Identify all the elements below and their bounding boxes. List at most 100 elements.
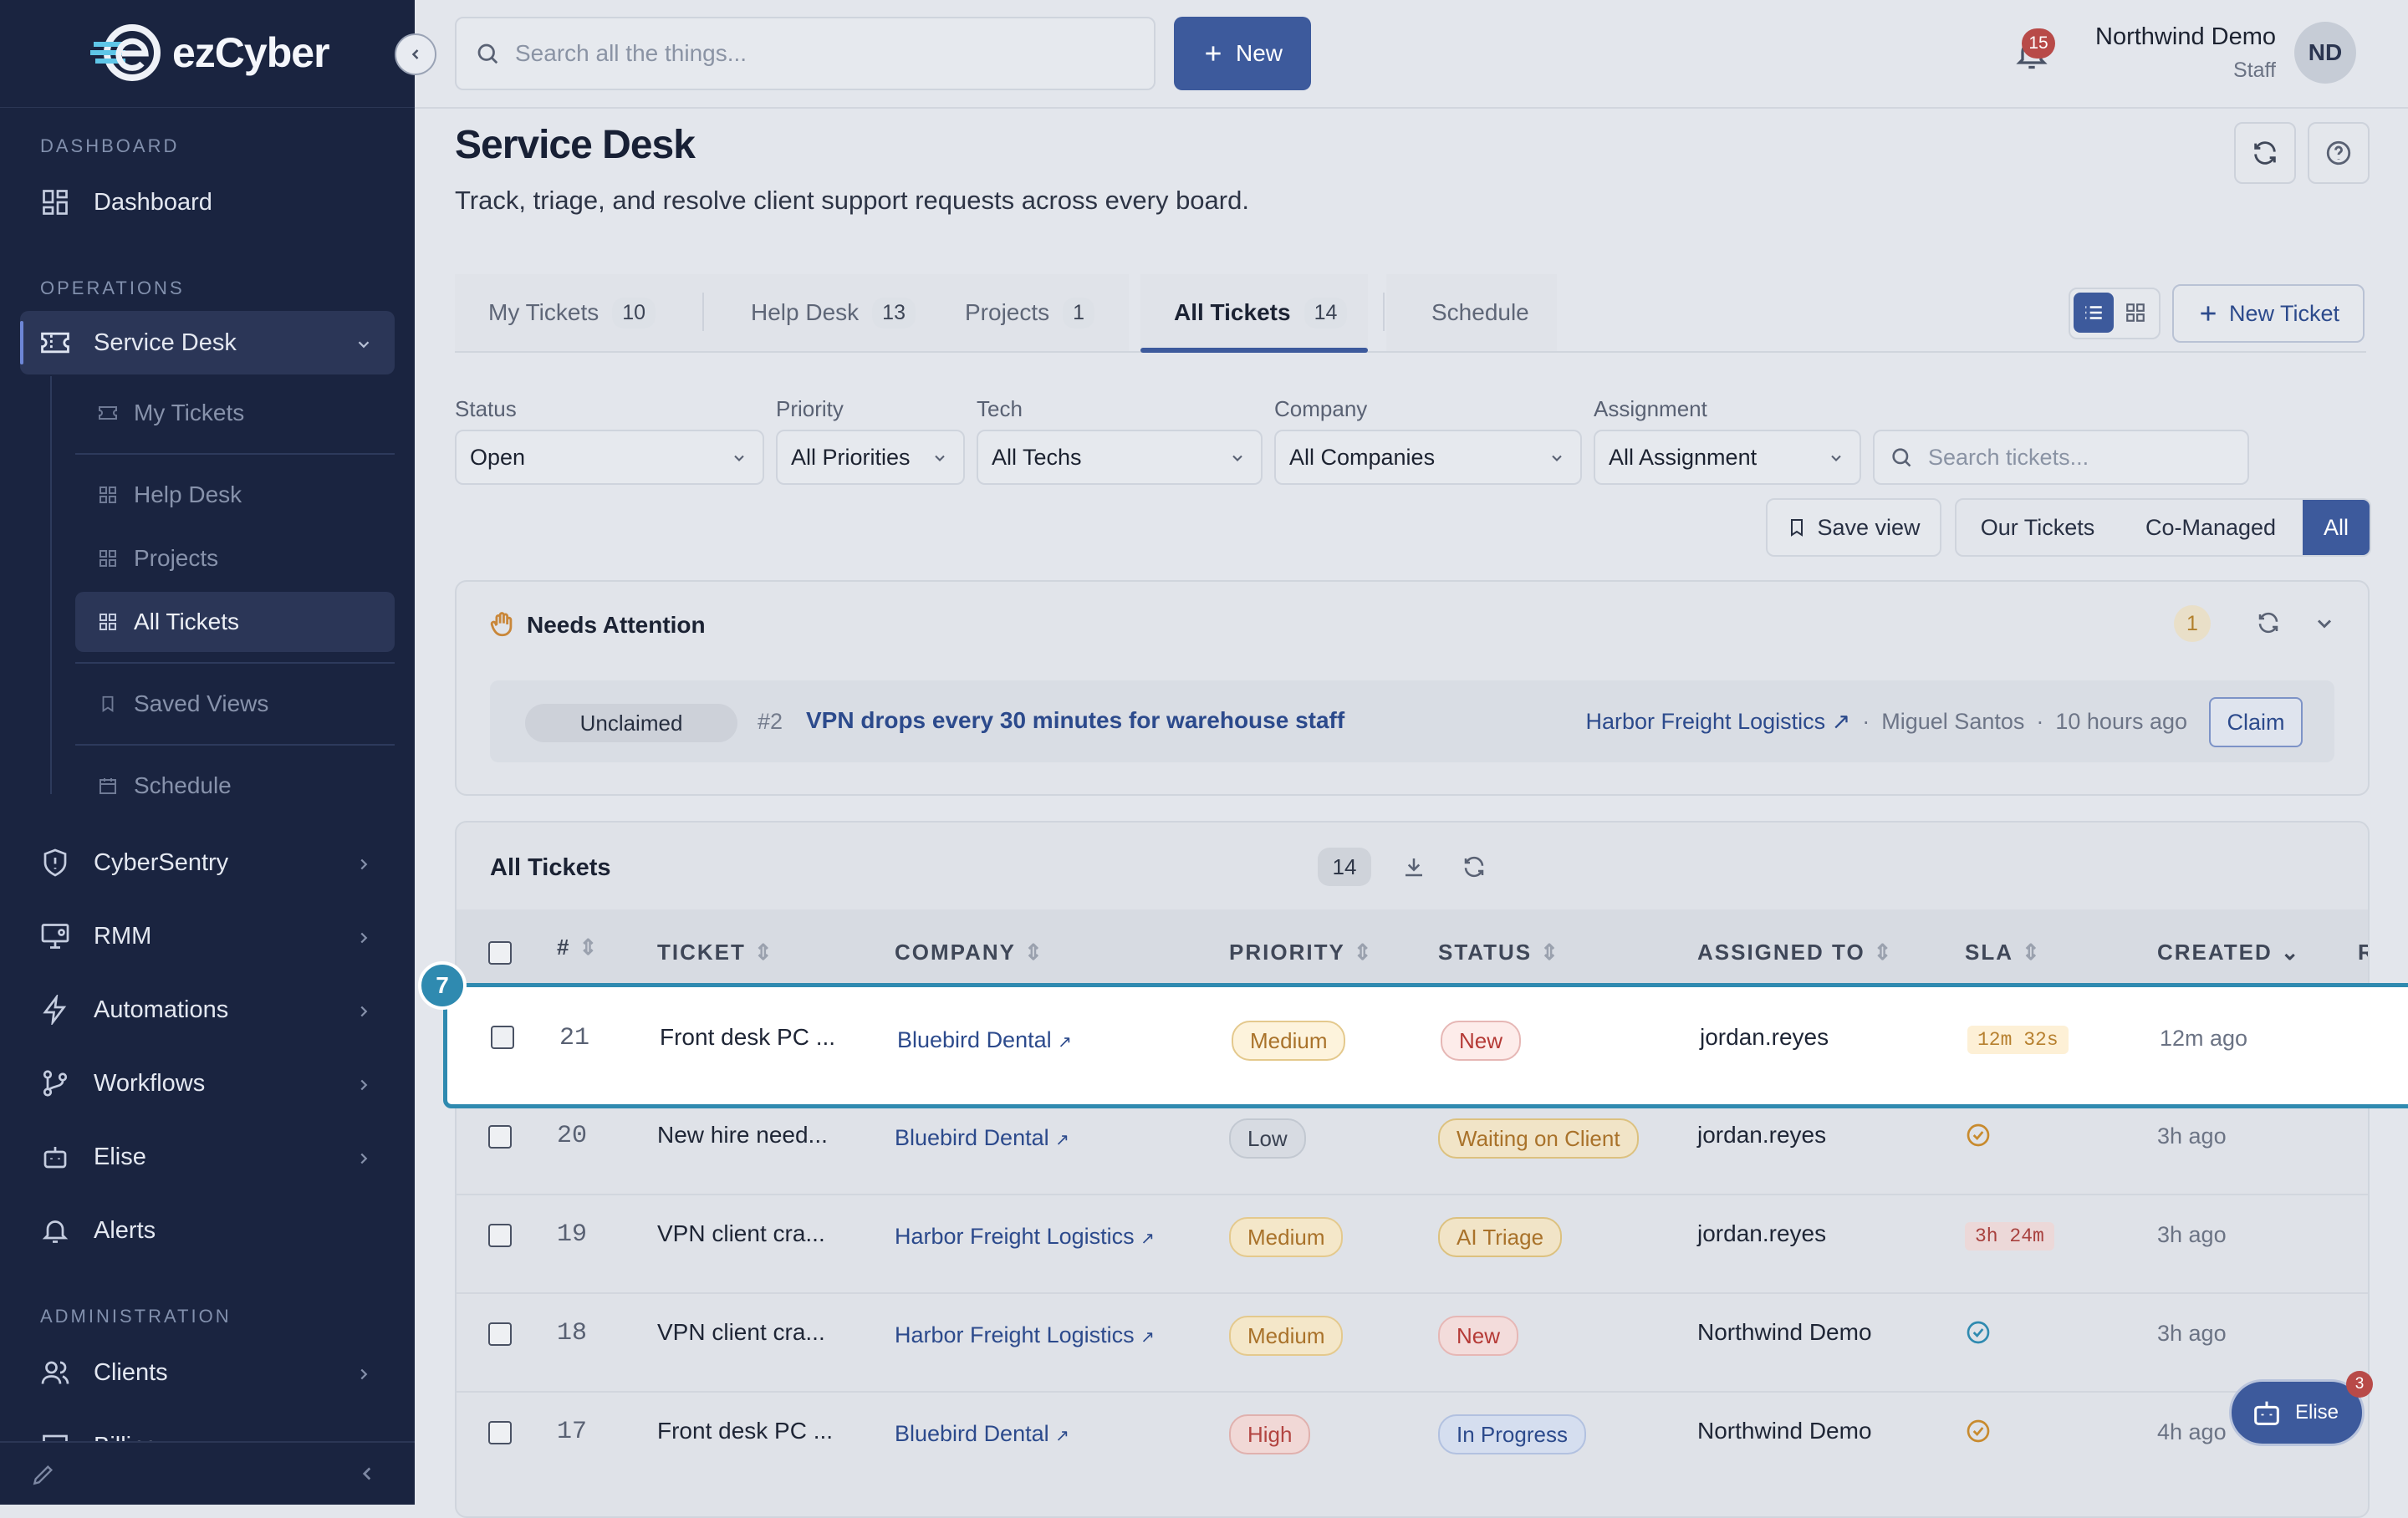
list-view-button[interactable] <box>2074 293 2114 333</box>
bookmark-icon <box>95 693 120 715</box>
chevron-left-icon[interactable] <box>356 1463 378 1489</box>
table-row[interactable]: 20 New hire need... Bluebird Dental ↗ Lo… <box>457 1095 2368 1195</box>
ticket-title[interactable]: Front desk PC ... <box>657 1418 833 1444</box>
sidebar-item-automations[interactable]: Automations <box>20 978 395 1042</box>
shield-icon <box>38 846 72 879</box>
sidebar-subitem-my-tickets[interactable]: My Tickets <box>75 383 395 443</box>
scope-co-managed[interactable]: Co-Managed <box>2119 500 2303 555</box>
row-checkbox[interactable] <box>488 1125 512 1149</box>
refresh-button[interactable] <box>2234 122 2296 184</box>
ticket-search-input[interactable]: Search tickets... <box>1873 430 2249 485</box>
tab-label: Schedule <box>1431 299 1529 325</box>
sidebar-subitem-help-desk[interactable]: Help Desk <box>75 465 395 525</box>
row-checkbox[interactable] <box>488 1224 512 1247</box>
col-created[interactable]: CREATED ⌄ <box>2157 940 2301 965</box>
sidebar-item-rmm[interactable]: RMM <box>20 904 395 968</box>
select-all-checkbox[interactable] <box>488 941 512 965</box>
sidebar-subitem-projects[interactable]: Projects <box>75 528 395 588</box>
scope-our-tickets[interactable]: Our Tickets <box>1956 500 2119 555</box>
col-company[interactable]: COMPANY ⇕ <box>895 940 1044 965</box>
sidebar-item-service-desk[interactable]: Service Desk <box>20 311 395 374</box>
sidebar-item-label: Alerts <box>94 1216 156 1244</box>
help-button[interactable] <box>2308 122 2370 184</box>
edit-icon[interactable] <box>30 1461 57 1492</box>
divider <box>75 744 395 746</box>
col-sla[interactable]: SLA ⇕ <box>1965 940 2042 965</box>
sidebar-collapse-button[interactable] <box>395 33 436 75</box>
bookmark-icon <box>1791 519 1803 537</box>
company-filter-select[interactable]: All Companies <box>1274 430 1582 485</box>
company-link[interactable]: Bluebird Dental ↗ <box>895 1421 1069 1447</box>
chevron-right-icon <box>355 926 373 954</box>
ticket-title[interactable]: VPN client cra... <box>657 1319 825 1346</box>
elise-chat-button[interactable]: Elise <box>2229 1379 2365 1446</box>
sidebar-subitem-all-tickets[interactable]: All Tickets <box>75 592 395 652</box>
ticket-title[interactable]: New hire need... <box>657 1122 828 1149</box>
divider <box>75 662 395 664</box>
avatar[interactable]: ND <box>2294 22 2356 84</box>
search-icon <box>477 43 498 64</box>
company-link[interactable]: Bluebird Dental ↗ <box>895 1125 1069 1151</box>
row-checkbox[interactable] <box>488 1322 512 1346</box>
sidebar-item-workflows[interactable]: Workflows <box>20 1052 395 1115</box>
new-button[interactable]: New <box>1174 17 1311 90</box>
chevron-down-icon <box>1232 455 1242 461</box>
tab-all-tickets[interactable]: All Tickets 14 <box>1140 274 1368 353</box>
user-role: Staff <box>2233 59 2276 82</box>
new-ticket-button[interactable]: New Ticket <box>2172 284 2365 343</box>
company-link[interactable]: Harbor Freight Logistics ↗ <box>895 1322 1155 1348</box>
col-ticket[interactable]: TICKET ⇕ <box>657 940 774 965</box>
global-search-input[interactable]: Search all the things... <box>455 17 1156 90</box>
needs-attention-item[interactable]: Unclaimed #2 VPN drops every 30 minutes … <box>490 680 2334 762</box>
assignment-filter-select[interactable]: All Assignment <box>1594 430 1861 485</box>
priority-filter-select[interactable]: All Priorities <box>776 430 965 485</box>
col-extra[interactable]: R <box>2358 940 2368 965</box>
sidebar-item-label: Clients <box>94 1358 168 1386</box>
col-priority[interactable]: PRIORITY ⇕ <box>1229 940 1374 965</box>
sidebar-item-label: RMM <box>94 922 152 950</box>
table-row[interactable]: 19 VPN client cra... Harbor Freight Logi… <box>457 1194 2368 1294</box>
sidebar-item-dashboard[interactable]: Dashboard <box>20 171 395 234</box>
company-link[interactable]: Harbor Freight Logistics ↗ <box>895 1224 1155 1250</box>
sidebar-item-clients[interactable]: Clients <box>20 1341 395 1404</box>
col-assigned-to[interactable]: ASSIGNED TO ⇕ <box>1697 940 1893 965</box>
sidebar-subitem-saved-views[interactable]: Saved Views <box>75 674 395 734</box>
sidebar-footer <box>0 1441 415 1505</box>
ticket-title[interactable]: Front desk PC ... <box>660 1024 835 1051</box>
grid-view-button[interactable] <box>2115 293 2155 333</box>
col-number[interactable]: # ⇕ <box>557 935 599 960</box>
highlighted-table-row[interactable]: 21 Front desk PC ... Bluebird Dental ↗ M… <box>443 983 2408 1108</box>
tab-count: 1 <box>1063 297 1095 329</box>
sidebar-item-label: CyberSentry <box>94 848 229 876</box>
company-link[interactable]: Bluebird Dental ↗ <box>897 1027 1072 1053</box>
ticket-title-link[interactable]: VPN drops every 30 minutes for warehouse… <box>806 707 1344 734</box>
tech-filter-select[interactable]: All Techs <box>977 430 1263 485</box>
sidebar-subitem-schedule[interactable]: Schedule <box>75 756 395 816</box>
refresh-icon[interactable] <box>2256 610 2281 639</box>
tab-help-desk[interactable]: Help Desk 13 <box>706 274 965 351</box>
tab-schedule[interactable]: Schedule <box>1386 274 1557 351</box>
ticket-title[interactable]: VPN client cra... <box>657 1220 825 1247</box>
tab-projects[interactable]: Projects 1 <box>965 274 1129 351</box>
sidebar-item-alerts[interactable]: Alerts <box>20 1199 395 1262</box>
sidebar-item-elise[interactable]: Elise <box>20 1125 395 1189</box>
claim-button[interactable]: Claim <box>2209 697 2303 747</box>
company-link[interactable]: Harbor Freight Logistics ↗ <box>1586 709 1851 735</box>
table-row[interactable]: 18 VPN client cra... Harbor Freight Logi… <box>457 1292 2368 1393</box>
sidebar-item-cybersentry[interactable]: CyberSentry <box>20 831 395 894</box>
plus-icon <box>2201 306 2216 321</box>
tab-my-tickets[interactable]: My Tickets 10 <box>455 274 706 351</box>
row-checkbox[interactable] <box>488 1421 512 1444</box>
app-logo[interactable]: ezCyber <box>90 23 330 82</box>
save-view-button[interactable]: Save view <box>1766 498 1941 557</box>
row-checkbox[interactable] <box>491 1026 514 1049</box>
created-time: 12m ago <box>2160 1026 2248 1051</box>
scope-all[interactable]: All <box>2303 500 2370 555</box>
col-status[interactable]: STATUS ⇕ <box>1438 940 1560 965</box>
chevron-down-icon[interactable] <box>2313 612 2336 639</box>
tab-count: 13 <box>872 297 916 329</box>
refresh-icon[interactable] <box>1462 854 1487 884</box>
download-icon[interactable] <box>1401 854 1426 884</box>
status-filter-select[interactable]: Open <box>455 430 764 485</box>
table-row[interactable]: 17 Front desk PC ... Bluebird Dental ↗ H… <box>457 1391 2368 1491</box>
